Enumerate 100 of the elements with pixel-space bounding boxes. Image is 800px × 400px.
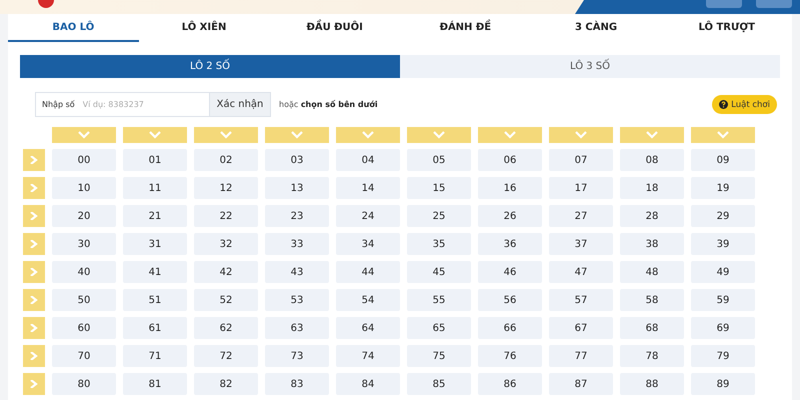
number-cell[interactable]: 72 xyxy=(194,345,258,367)
number-cell[interactable]: 47 xyxy=(549,261,613,283)
column-select-button[interactable] xyxy=(194,127,258,143)
number-cell[interactable]: 17 xyxy=(549,177,613,199)
number-cell[interactable]: 67 xyxy=(549,317,613,339)
number-cell[interactable]: 63 xyxy=(265,317,329,339)
number-cell[interactable]: 25 xyxy=(407,205,471,227)
number-cell[interactable]: 14 xyxy=(336,177,400,199)
number-cell[interactable]: 38 xyxy=(620,233,684,255)
number-cell[interactable]: 80 xyxy=(52,373,116,395)
number-cell[interactable]: 49 xyxy=(691,261,755,283)
number-cell[interactable]: 27 xyxy=(549,205,613,227)
number-cell[interactable]: 31 xyxy=(123,233,187,255)
number-cell[interactable]: 66 xyxy=(478,317,542,339)
number-cell[interactable]: 51 xyxy=(123,289,187,311)
game-tab[interactable]: ĐÁNH ĐỀ xyxy=(400,14,531,42)
number-cell[interactable]: 42 xyxy=(194,261,258,283)
number-cell[interactable]: 74 xyxy=(336,345,400,367)
number-cell[interactable]: 50 xyxy=(52,289,116,311)
column-select-button[interactable] xyxy=(691,127,755,143)
number-cell[interactable]: 18 xyxy=(620,177,684,199)
number-cell[interactable]: 61 xyxy=(123,317,187,339)
number-cell[interactable]: 39 xyxy=(691,233,755,255)
number-cell[interactable]: 65 xyxy=(407,317,471,339)
number-cell[interactable]: 34 xyxy=(336,233,400,255)
game-tab[interactable]: ĐẦU ĐUÔI xyxy=(269,14,400,42)
number-cell[interactable]: 79 xyxy=(691,345,755,367)
number-cell[interactable]: 68 xyxy=(620,317,684,339)
number-cell[interactable]: 40 xyxy=(52,261,116,283)
number-cell[interactable]: 19 xyxy=(691,177,755,199)
number-cell[interactable]: 56 xyxy=(478,289,542,311)
header-button[interactable] xyxy=(706,0,742,8)
number-cell[interactable]: 02 xyxy=(194,149,258,171)
sub-tab[interactable]: LÔ 3 SỐ xyxy=(400,55,780,78)
number-cell[interactable]: 12 xyxy=(194,177,258,199)
number-cell[interactable]: 24 xyxy=(336,205,400,227)
number-cell[interactable]: 58 xyxy=(620,289,684,311)
number-cell[interactable]: 13 xyxy=(265,177,329,199)
row-select-button[interactable] xyxy=(23,149,45,171)
number-cell[interactable]: 89 xyxy=(691,373,755,395)
column-select-button[interactable] xyxy=(265,127,329,143)
number-cell[interactable]: 07 xyxy=(549,149,613,171)
number-cell[interactable]: 41 xyxy=(123,261,187,283)
input-box[interactable]: Nhập số Ví dụ: 8383237 xyxy=(35,92,209,117)
number-cell[interactable]: 69 xyxy=(691,317,755,339)
number-cell[interactable]: 00 xyxy=(52,149,116,171)
number-cell[interactable]: 15 xyxy=(407,177,471,199)
number-cell[interactable]: 35 xyxy=(407,233,471,255)
number-cell[interactable]: 57 xyxy=(549,289,613,311)
row-select-button[interactable] xyxy=(23,177,45,199)
number-cell[interactable]: 36 xyxy=(478,233,542,255)
number-cell[interactable]: 62 xyxy=(194,317,258,339)
column-select-button[interactable] xyxy=(478,127,542,143)
number-cell[interactable]: 54 xyxy=(336,289,400,311)
row-select-button[interactable] xyxy=(23,373,45,395)
number-cell[interactable]: 06 xyxy=(478,149,542,171)
column-select-button[interactable] xyxy=(123,127,187,143)
number-cell[interactable]: 53 xyxy=(265,289,329,311)
number-cell[interactable]: 26 xyxy=(478,205,542,227)
row-select-button[interactable] xyxy=(23,345,45,367)
number-cell[interactable]: 20 xyxy=(52,205,116,227)
number-cell[interactable]: 77 xyxy=(549,345,613,367)
number-cell[interactable]: 70 xyxy=(52,345,116,367)
header-button[interactable] xyxy=(756,0,792,8)
number-cell[interactable]: 52 xyxy=(194,289,258,311)
number-cell[interactable]: 78 xyxy=(620,345,684,367)
number-cell[interactable]: 33 xyxy=(265,233,329,255)
number-cell[interactable]: 23 xyxy=(265,205,329,227)
number-cell[interactable]: 03 xyxy=(265,149,329,171)
rules-button[interactable]: Luật chơi xyxy=(712,95,777,114)
number-cell[interactable]: 45 xyxy=(407,261,471,283)
number-cell[interactable]: 09 xyxy=(691,149,755,171)
number-cell[interactable]: 22 xyxy=(194,205,258,227)
sub-tab[interactable]: LÔ 2 SỐ xyxy=(20,55,400,78)
number-cell[interactable]: 08 xyxy=(620,149,684,171)
row-select-button[interactable] xyxy=(23,205,45,227)
column-select-button[interactable] xyxy=(549,127,613,143)
number-cell[interactable]: 29 xyxy=(691,205,755,227)
number-cell[interactable]: 37 xyxy=(549,233,613,255)
number-cell[interactable]: 10 xyxy=(52,177,116,199)
number-cell[interactable]: 88 xyxy=(620,373,684,395)
number-cell[interactable]: 73 xyxy=(265,345,329,367)
game-tab[interactable]: LÔ TRƯỢT xyxy=(661,14,792,42)
game-tab[interactable]: LÔ XIÊN xyxy=(138,14,270,42)
number-cell[interactable]: 75 xyxy=(407,345,471,367)
number-cell[interactable]: 71 xyxy=(123,345,187,367)
number-cell[interactable]: 30 xyxy=(52,233,116,255)
number-cell[interactable]: 82 xyxy=(194,373,258,395)
number-cell[interactable]: 48 xyxy=(620,261,684,283)
row-select-button[interactable] xyxy=(23,261,45,283)
column-select-button[interactable] xyxy=(336,127,400,143)
row-select-button[interactable] xyxy=(23,233,45,255)
number-cell[interactable]: 04 xyxy=(336,149,400,171)
game-tab[interactable]: 3 CÀNG xyxy=(530,14,662,42)
number-cell[interactable]: 85 xyxy=(407,373,471,395)
column-select-button[interactable] xyxy=(620,127,684,143)
row-select-button[interactable] xyxy=(23,317,45,339)
column-select-button[interactable] xyxy=(407,127,471,143)
number-cell[interactable]: 59 xyxy=(691,289,755,311)
number-cell[interactable]: 05 xyxy=(407,149,471,171)
